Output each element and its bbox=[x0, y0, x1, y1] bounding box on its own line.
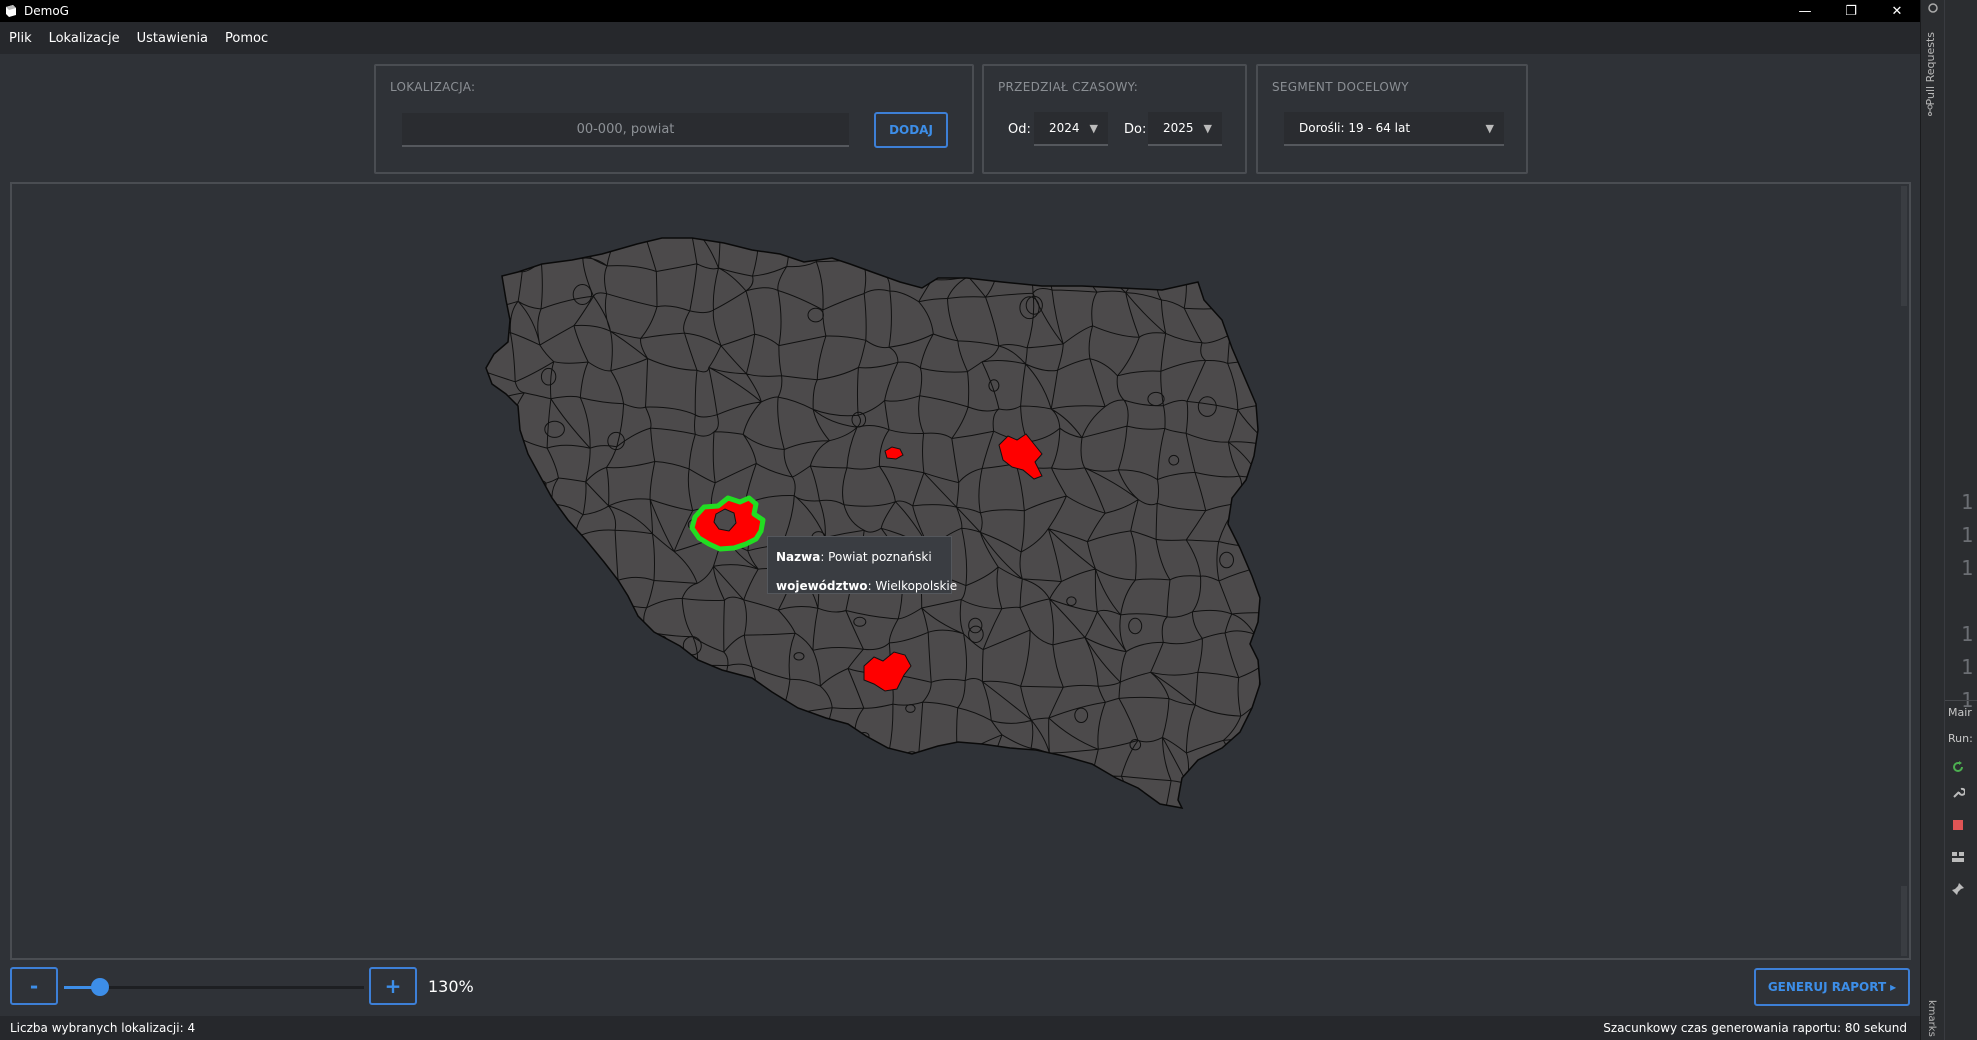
tooltip-name-key: Nazwa bbox=[776, 550, 821, 564]
tooltip-region-line: województwo: Wielkopolskie bbox=[776, 572, 957, 601]
title-bar: DemoG — ❐ ✕ bbox=[0, 0, 1920, 22]
map-tooltip: Nazwa: Powiat poznański województwo: Wie… bbox=[767, 536, 957, 594]
bookmarks-tab[interactable]: kmarks bbox=[1926, 1000, 1937, 1037]
segment-label: SEGMENT DOCELOWY bbox=[1272, 80, 1409, 94]
city-district[interactable] bbox=[598, 655, 610, 668]
city-district[interactable] bbox=[542, 716, 564, 741]
minimize-button[interactable]: — bbox=[1782, 0, 1828, 22]
location-label: LOKALIZACJA: bbox=[390, 80, 476, 94]
city-district[interactable] bbox=[742, 691, 756, 704]
city-district[interactable] bbox=[532, 629, 550, 648]
tooltip-name-value: : Powiat poznański bbox=[820, 550, 932, 564]
gutter-line-number: 1 bbox=[1961, 523, 1974, 547]
stop-icon[interactable] bbox=[1951, 818, 1965, 832]
zoom-level: 130% bbox=[428, 977, 474, 996]
restore-button[interactable]: ❐ bbox=[1828, 0, 1874, 22]
poland-map[interactable] bbox=[12, 184, 1909, 958]
from-label: Od: bbox=[1008, 122, 1031, 137]
ide-side-panel: Pull Requests kmarks 1 1 1 1 1 1 Mair Ru… bbox=[1920, 0, 1977, 1040]
ide-separator bbox=[1945, 700, 1977, 701]
zoom-in-button[interactable]: + bbox=[369, 967, 417, 1005]
location-panel: LOKALIZACJA: DODAJ bbox=[374, 64, 974, 174]
generate-report-button[interactable]: GENERUJ RAPORT ▸ bbox=[1754, 968, 1910, 1006]
rerun-icon[interactable] bbox=[1951, 760, 1965, 774]
city-district[interactable] bbox=[872, 752, 893, 772]
close-button[interactable]: ✕ bbox=[1874, 0, 1920, 22]
pull-requests-tab[interactable]: Pull Requests bbox=[1924, 32, 1937, 105]
chevron-down-icon: ▼ bbox=[1089, 122, 1098, 135]
map-scrollbar-bottom[interactable] bbox=[1901, 886, 1907, 956]
window-title: DemoG bbox=[24, 4, 69, 18]
chevron-down-icon: ▼ bbox=[1485, 122, 1494, 135]
gutter-line-number: 1 bbox=[1961, 622, 1974, 646]
pin-icon[interactable] bbox=[1951, 882, 1965, 896]
zoom-out-button[interactable]: - bbox=[10, 967, 58, 1005]
window-controls: — ❐ ✕ bbox=[1782, 0, 1920, 22]
city-district[interactable] bbox=[565, 567, 581, 581]
from-year-select[interactable]: 2024 ▼ bbox=[1034, 112, 1108, 146]
map-view[interactable] bbox=[10, 182, 1911, 960]
city-district[interactable] bbox=[603, 583, 618, 594]
city-district[interactable] bbox=[688, 690, 710, 711]
segment-select[interactable]: Dorośli: 19 - 64 lat ▼ bbox=[1284, 112, 1504, 146]
app-window: DemoG — ❐ ✕ Plik Lokalizacje Ustawienia … bbox=[0, 0, 1920, 1040]
to-label: Do: bbox=[1124, 122, 1147, 137]
generate-report-label: GENERUJ RAPORT bbox=[1767, 980, 1887, 994]
zoom-slider[interactable] bbox=[64, 978, 364, 996]
tooltip-region-value: : Wielkopolskie bbox=[867, 579, 958, 593]
to-year-value: 2025 bbox=[1163, 121, 1194, 135]
menu-bar: Plik Lokalizacje Ustawienia Pomoc bbox=[0, 22, 1920, 54]
menu-item-pomoc[interactable]: Pomoc bbox=[225, 31, 268, 46]
segment-panel: SEGMENT DOCELOWY Dorośli: 19 - 64 lat ▼ bbox=[1256, 64, 1528, 174]
app-icon bbox=[6, 5, 16, 17]
poland-outline bbox=[486, 238, 1260, 808]
chevron-down-icon: ▼ bbox=[1203, 122, 1212, 135]
time-range-label: PRZEDZIAŁ CZASOWY: bbox=[998, 80, 1139, 94]
location-input[interactable] bbox=[402, 113, 849, 147]
ide-tool-window-bar: Pull Requests kmarks bbox=[1921, 0, 1945, 1040]
menu-item-plik[interactable]: Plik bbox=[9, 31, 32, 46]
city-district[interactable] bbox=[618, 730, 631, 741]
gutter-line-number: 1 bbox=[1961, 556, 1974, 580]
ide-run-label: Run: bbox=[1948, 732, 1973, 745]
add-button[interactable]: DODAJ bbox=[874, 112, 948, 148]
to-year-select[interactable]: 2025 ▼ bbox=[1148, 112, 1222, 146]
time-range-panel: PRZEDZIAŁ CZASOWY: Od: 2024 ▼ Do: 2025 ▼ bbox=[982, 64, 1247, 174]
ide-run-tab[interactable]: Mair bbox=[1948, 706, 1972, 719]
pull-request-icon[interactable] bbox=[1927, 104, 1939, 116]
map-scrollbar-top[interactable] bbox=[1901, 186, 1907, 306]
from-year-value: 2024 bbox=[1049, 121, 1080, 135]
wrench-icon[interactable] bbox=[1951, 786, 1965, 800]
gutter-line-number: 1 bbox=[1961, 655, 1974, 679]
play-icon: ▸ bbox=[1890, 980, 1897, 994]
settings-icon[interactable] bbox=[1927, 2, 1939, 14]
status-bar: Liczba wybranych lokalizacji: 4 Szacunko… bbox=[0, 1016, 1920, 1040]
tooltip-region-key: województwo bbox=[776, 579, 868, 593]
zoom-slider-thumb[interactable] bbox=[91, 978, 109, 996]
segment-value: Dorośli: 19 - 64 lat bbox=[1299, 121, 1411, 135]
gutter-line-number: 1 bbox=[1961, 490, 1974, 514]
menu-item-ustawienia[interactable]: Ustawienia bbox=[137, 31, 208, 46]
selected-count-status: Liczba wybranych lokalizacji: 4 bbox=[10, 1021, 196, 1035]
menu-item-lokalizacje[interactable]: Lokalizacje bbox=[49, 31, 120, 46]
tooltip-name-line: Nazwa: Powiat poznański bbox=[776, 543, 943, 572]
report-time-status: Szacunkowy czas generowania raportu: 80 … bbox=[1603, 1021, 1907, 1035]
city-district[interactable] bbox=[1063, 775, 1077, 788]
layout-icon[interactable] bbox=[1951, 850, 1965, 864]
city-district[interactable] bbox=[575, 662, 597, 683]
